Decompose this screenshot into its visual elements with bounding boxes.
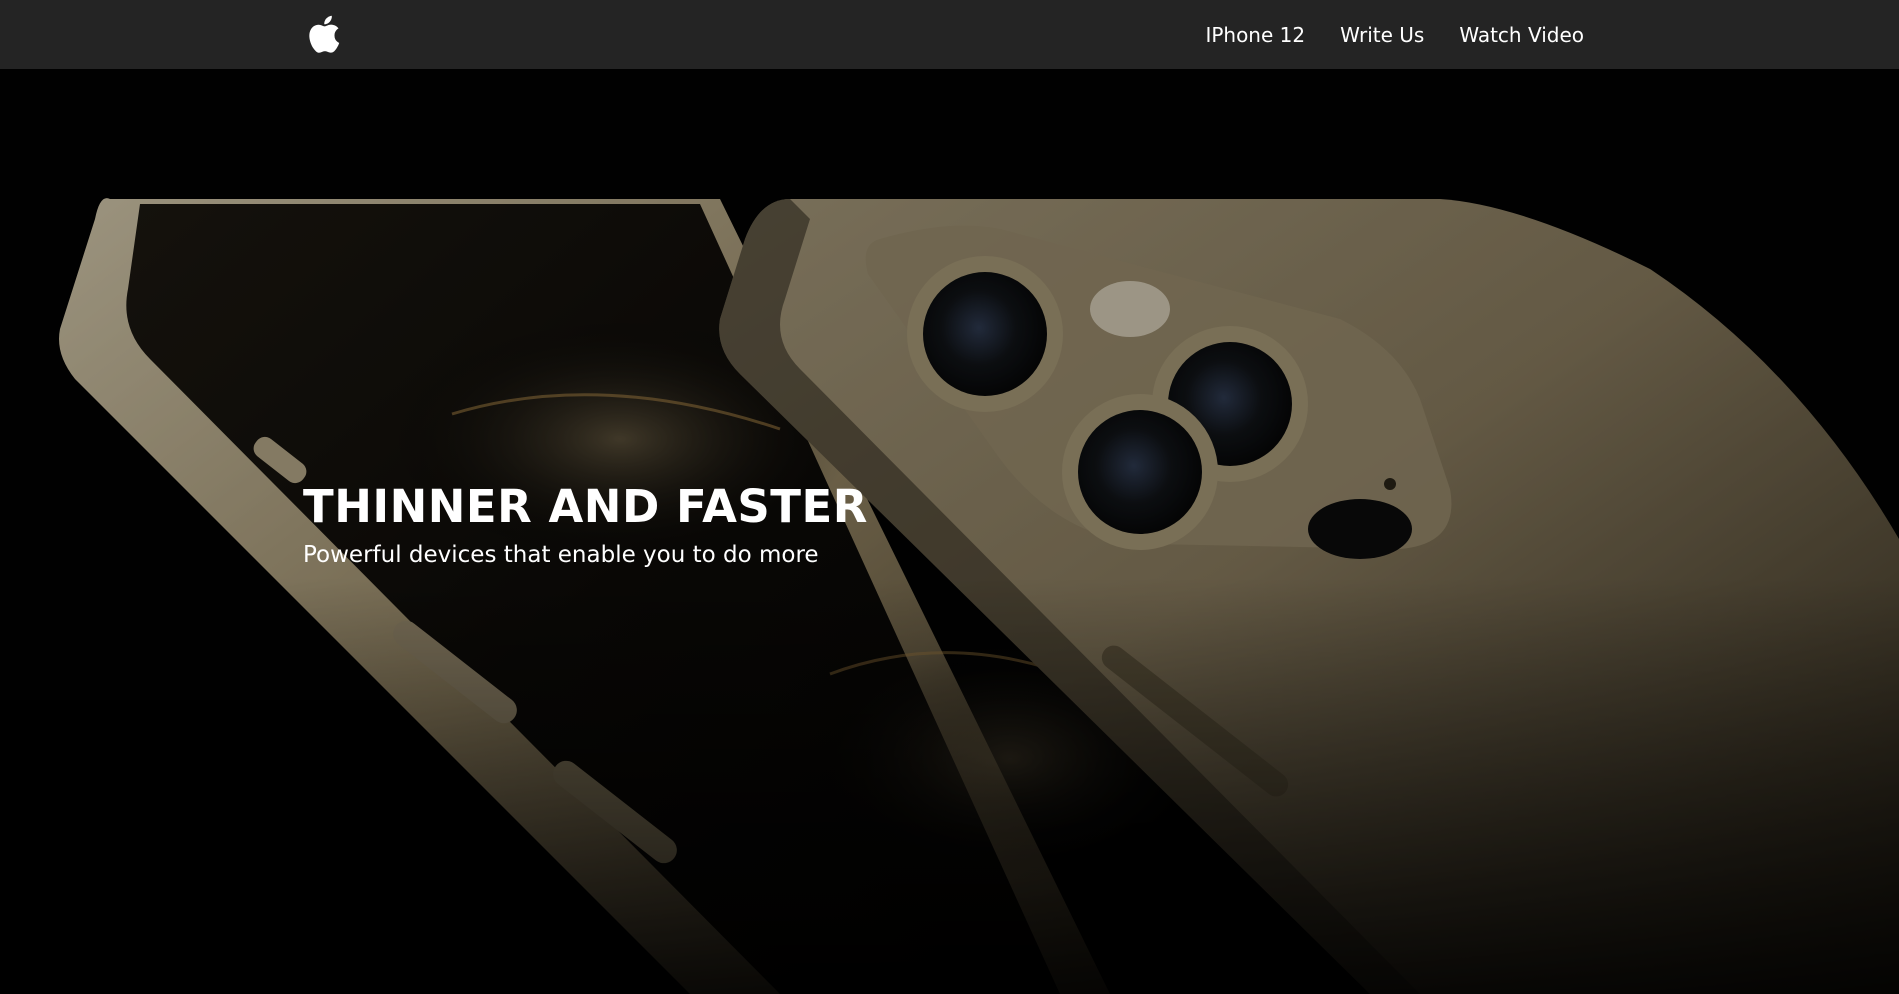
nav-link-iphone-12[interactable]: IPhone 12	[1205, 23, 1305, 47]
apple-logo-icon[interactable]	[305, 14, 341, 54]
hero-subtitle: Powerful devices that enable you to do m…	[303, 541, 819, 568]
nav-link-watch-video[interactable]: Watch Video	[1459, 23, 1584, 47]
hero-banner: THINNER AND FASTER Powerful devices that…	[0, 69, 1899, 994]
hero-overlay	[0, 69, 1899, 994]
hero-text-block: THINNER AND FASTER Powerful devices that…	[303, 482, 868, 569]
hero-title: THINNER AND FASTER	[303, 480, 868, 533]
nav-links: IPhone 12 Write Us Watch Video	[1205, 0, 1584, 69]
nav-link-write-us[interactable]: Write Us	[1340, 23, 1424, 47]
top-navbar: IPhone 12 Write Us Watch Video	[0, 0, 1899, 69]
